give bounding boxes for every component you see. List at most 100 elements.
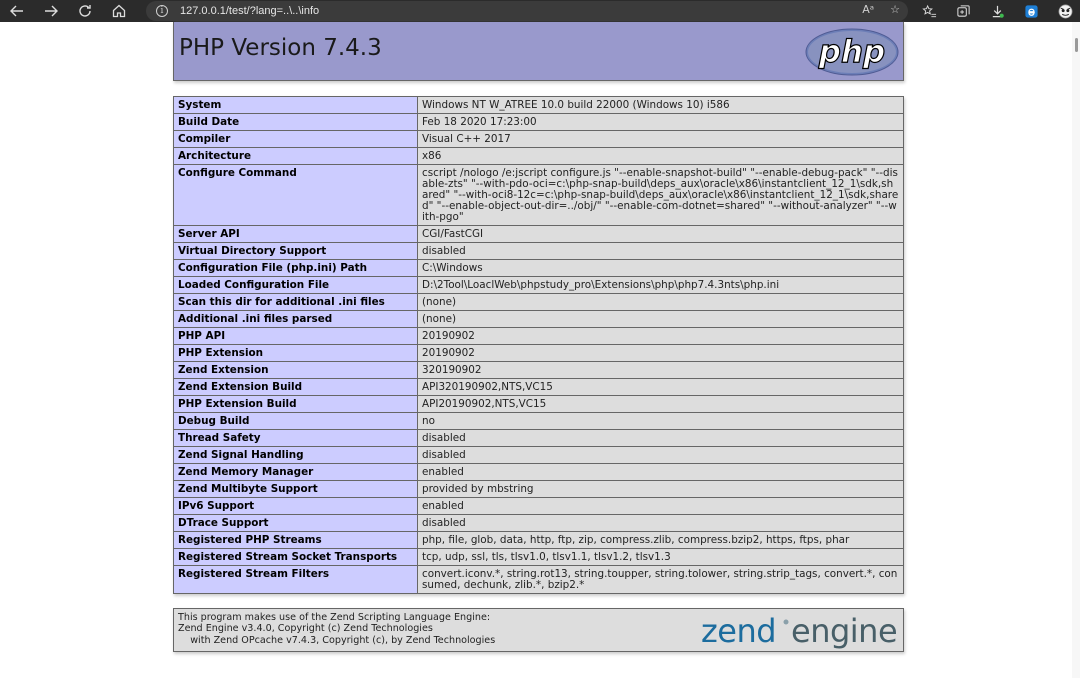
info-row-value: enabled bbox=[417, 463, 904, 481]
info-row-value: disabled bbox=[417, 446, 904, 464]
info-row-label: Configuration File (php.ini) Path bbox=[173, 259, 418, 277]
info-table-row: Zend Signal Handling disabled bbox=[173, 446, 904, 464]
back-icon[interactable] bbox=[0, 0, 34, 22]
info-row-label: PHP Extension Build bbox=[173, 395, 418, 413]
info-table-row: Build Date Feb 18 2020 17:23:00 bbox=[173, 113, 904, 131]
info-row-label: Zend Signal Handling bbox=[173, 446, 418, 464]
info-table-row: System Windows NT W_ATREE 10.0 build 2200… bbox=[173, 96, 904, 114]
info-row-value: D:\2Tool\LoaclWeb\phpstudy_pro\Extension… bbox=[417, 276, 904, 294]
info-row-value: (none) bbox=[417, 293, 904, 311]
info-row-label: Configure Command bbox=[173, 164, 418, 226]
info-table-row: Virtual Directory Support disabled bbox=[173, 242, 904, 260]
info-row-value: provided by mbstring bbox=[417, 480, 904, 498]
svg-text:engine: engine bbox=[791, 613, 897, 649]
info-table-row: Scan this dir for additional .ini files(… bbox=[173, 293, 904, 311]
info-row-label: System bbox=[173, 96, 418, 114]
php-logo[interactable]: php bbox=[804, 27, 900, 81]
info-row-label: Loaded Configuration File bbox=[173, 276, 418, 294]
home-icon[interactable] bbox=[102, 0, 136, 22]
page-title: PHP Version 7.4.3 bbox=[179, 35, 382, 61]
browser-toolbar: i 127.0.0.1/test/?lang=..\..\info Aᵃ ☆ bbox=[0, 0, 1080, 22]
info-row-label: Registered PHP Streams bbox=[173, 531, 418, 549]
info-table-row: Additional .ini files parsed (none) bbox=[173, 310, 904, 328]
info-row-value: x86 bbox=[417, 147, 904, 165]
info-table-row: PHP API 20190902 bbox=[173, 327, 904, 345]
info-row-value: CGI/FastCGI bbox=[417, 225, 904, 243]
info-table-row: Zend Extension 320190902 bbox=[173, 361, 904, 379]
info-row-value: disabled bbox=[417, 429, 904, 447]
info-table-row: Architecture x86 bbox=[173, 147, 904, 165]
info-row-label: Zend Extension Build bbox=[173, 378, 418, 396]
info-row-value: API20190902,NTS,VC15 bbox=[417, 395, 904, 413]
scroll-thumb[interactable] bbox=[1075, 38, 1078, 52]
info-row-label: DTrace Support bbox=[173, 514, 418, 532]
info-table-row: IPv6 Support enabled bbox=[173, 497, 904, 515]
info-table-row: Zend Memory Manager enabled bbox=[173, 463, 904, 481]
info-table-row: Debug Build no bbox=[173, 412, 904, 430]
info-table-row: Registered Stream Filters convert.iconv.*… bbox=[173, 565, 904, 594]
footer-line-1: This program makes use of the Zend Scrip… bbox=[178, 612, 491, 623]
info-row-value: no bbox=[417, 412, 904, 430]
info-row-label: IPv6 Support bbox=[173, 497, 418, 515]
info-row-value: Windows NT W_ATREE 10.0 build 22000 (Win… bbox=[417, 96, 904, 114]
info-row-value: API320190902,NTS,VC15 bbox=[417, 378, 904, 396]
page-scrollbar[interactable] bbox=[1072, 22, 1080, 678]
info-row-value: cscript /nologo /e:jscript configure.js … bbox=[417, 164, 904, 226]
info-row-value: Feb 18 2020 17:23:00 bbox=[417, 113, 904, 131]
downloads-icon[interactable] bbox=[980, 0, 1014, 22]
forward-icon[interactable] bbox=[34, 0, 68, 22]
info-table-row: Registered Stream Socket Transports tcp, … bbox=[173, 548, 904, 566]
favorite-star-icon[interactable]: ☆ bbox=[890, 3, 900, 16]
info-row-label: Thread Safety bbox=[173, 429, 418, 447]
info-row-value: tcp, udp, ssl, tls, tlsv1.0, tlsv1.1, tl… bbox=[417, 548, 904, 566]
phpinfo-center: PHP Version 7.4.3 php System Windows NT W… bbox=[173, 22, 904, 652]
php-info-table: System Windows NT W_ATREE 10.0 build 2200… bbox=[173, 96, 904, 594]
phpinfo-page: PHP Version 7.4.3 php System Windows NT W… bbox=[0, 22, 1072, 652]
php-version-header: PHP Version 7.4.3 php bbox=[173, 22, 904, 81]
zend-engine-logo[interactable]: zend engine bbox=[699, 612, 899, 653]
info-row-label: Registered Stream Filters bbox=[173, 565, 418, 594]
footer-line-3: with Zend OPcache v7.4.3, Copyright (c),… bbox=[178, 634, 496, 646]
info-row-label: Debug Build bbox=[173, 412, 418, 430]
info-row-value: Visual C++ 2017 bbox=[417, 130, 904, 148]
info-row-value: 320190902 bbox=[417, 361, 904, 379]
site-info-icon[interactable]: i bbox=[156, 5, 168, 17]
info-row-value: enabled bbox=[417, 497, 904, 515]
footer-line-2: Zend Engine v3.4.0, Copyright (c) Zend T… bbox=[178, 623, 433, 635]
info-row-label: Scan this dir for additional .ini files bbox=[173, 293, 418, 311]
info-table-row: Server API CGI/FastCGI bbox=[173, 225, 904, 243]
svg-text:php: php bbox=[818, 34, 885, 70]
address-bar[interactable]: i 127.0.0.1/test/?lang=..\..\info Aᵃ ☆ bbox=[146, 1, 908, 21]
info-row-value: 20190902 bbox=[417, 327, 904, 345]
info-row-label: Registered Stream Socket Transports bbox=[173, 548, 418, 566]
zend-footer-text: This program makes use of the Zend Scrip… bbox=[178, 612, 495, 646]
favorites-icon[interactable] bbox=[912, 0, 946, 22]
info-row-label: Compiler bbox=[173, 130, 418, 148]
read-aloud-icon[interactable]: Aᵃ bbox=[862, 3, 874, 16]
info-table-row: PHP Extension 20190902 bbox=[173, 344, 904, 362]
info-row-label: PHP API bbox=[173, 327, 418, 345]
info-table-row: PHP Extension Build API20190902,NTS,VC15 bbox=[173, 395, 904, 413]
info-table-row: Zend Multibyte Support provided by mbstri… bbox=[173, 480, 904, 498]
info-table-row: DTrace Support disabled bbox=[173, 514, 904, 532]
info-row-value: php, file, glob, data, http, ftp, zip, c… bbox=[417, 531, 904, 549]
info-table-row: Registered PHP Streams php, file, glob, d… bbox=[173, 531, 904, 549]
zend-footer: This program makes use of the Zend Scrip… bbox=[173, 608, 904, 652]
info-table-row: Thread Safety disabled bbox=[173, 429, 904, 447]
collections-icon[interactable] bbox=[946, 0, 980, 22]
svg-text:zend: zend bbox=[701, 613, 776, 649]
profile-avatar-icon[interactable] bbox=[1048, 0, 1080, 22]
info-row-label: Architecture bbox=[173, 147, 418, 165]
edge-extension-icon[interactable] bbox=[1014, 0, 1048, 22]
info-table-row: Loaded Configuration File D:\2Tool\LoaclW… bbox=[173, 276, 904, 294]
info-row-value: (none) bbox=[417, 310, 904, 328]
info-table-row: Configure Command cscript /nologo /e:jscr… bbox=[173, 164, 904, 226]
info-row-value: convert.iconv.*, string.rot13, string.to… bbox=[417, 565, 904, 594]
info-row-label: Server API bbox=[173, 225, 418, 243]
info-table-row: Configuration File (php.ini) Path C:\Wind… bbox=[173, 259, 904, 277]
url-text[interactable]: 127.0.0.1/test/?lang=..\..\info bbox=[180, 5, 319, 17]
info-row-value: disabled bbox=[417, 514, 904, 532]
refresh-icon[interactable] bbox=[68, 0, 102, 22]
info-table-row: Zend Extension Build API320190902,NTS,VC1… bbox=[173, 378, 904, 396]
info-row-label: Virtual Directory Support bbox=[173, 242, 418, 260]
